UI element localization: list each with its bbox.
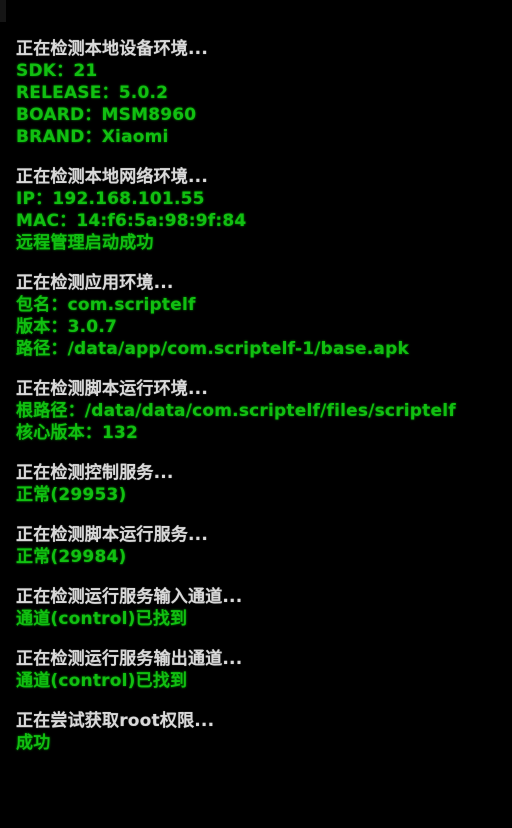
log-result-line: RELEASE：5.0.2 <box>16 83 169 103</box>
log-status-line: 正在检测本地设备环境... <box>16 39 208 59</box>
log-status-line: 正在检测运行服务输出通道... <box>16 649 243 669</box>
log-section-network-environment: 正在检测本地网络环境... IP：192.168.101.55 MAC：14:f6:… <box>16 166 512 254</box>
log-section-run-service-input-channel: 正在检测运行服务输入通道... 通道(control)已找到 <box>16 586 512 630</box>
console-log-output[interactable]: 正在检测本地设备环境... SDK：21 RELEASE：5.0.2 BOARD：MS… <box>0 0 512 828</box>
log-status-line: 正在检测脚本运行环境... <box>16 379 208 399</box>
log-result-line: BOARD：MSM8960 <box>16 105 197 125</box>
log-section-run-service-output-channel: 正在检测运行服务输出通道... 通道(control)已找到 <box>16 648 512 692</box>
log-result-line: 路径：/data/app/com.scriptelf-1/base.apk <box>16 339 409 359</box>
log-result-line: 版本：3.0.7 <box>16 317 118 337</box>
log-result-line: 正常(29953) <box>16 485 127 505</box>
log-result-line: IP：192.168.101.55 <box>16 189 205 209</box>
log-section-script-runtime-environment: 正在检测脚本运行环境... 根路径：/data/data/com.scriptel… <box>16 378 512 444</box>
log-status-line: 正在检测运行服务输入通道... <box>16 587 243 607</box>
log-result-line: 核心版本：132 <box>16 423 139 443</box>
log-status-line: 正在检测控制服务... <box>16 463 174 483</box>
log-result-line: 根路径：/data/data/com.scriptelf/files/scrip… <box>16 401 456 421</box>
log-section-application-environment: 正在检测应用环境... 包名：com.scriptelf 版本：3.0.7 路径：/d… <box>16 272 512 360</box>
log-result-line: 远程管理启动成功 <box>16 233 154 253</box>
log-result-line: 成功 <box>16 733 51 753</box>
log-section-root-permission: 正在尝试获取root权限... 成功 <box>16 710 512 754</box>
log-status-line: 正在检测脚本运行服务... <box>16 525 208 545</box>
log-result-line: SDK：21 <box>16 61 98 81</box>
log-result-line: 正常(29984) <box>16 547 127 567</box>
log-status-line: 正在检测应用环境... <box>16 273 174 293</box>
log-result-line: BRAND：Xiaomi <box>16 127 169 147</box>
log-result-line: 包名：com.scriptelf <box>16 295 196 315</box>
log-result-line: MAC：14:f6:5a:98:9f:84 <box>16 211 247 231</box>
log-result-line: 通道(control)已找到 <box>16 609 188 629</box>
log-result-line: 通道(control)已找到 <box>16 671 188 691</box>
log-section-script-run-service: 正在检测脚本运行服务... 正常(29984) <box>16 524 512 568</box>
log-section-device-environment: 正在检测本地设备环境... SDK：21 RELEASE：5.0.2 BOARD：MS… <box>16 38 512 148</box>
log-status-line: 正在检测本地网络环境... <box>16 167 208 187</box>
log-status-line: 正在尝试获取root权限... <box>16 711 215 731</box>
log-section-control-service: 正在检测控制服务... 正常(29953) <box>16 462 512 506</box>
